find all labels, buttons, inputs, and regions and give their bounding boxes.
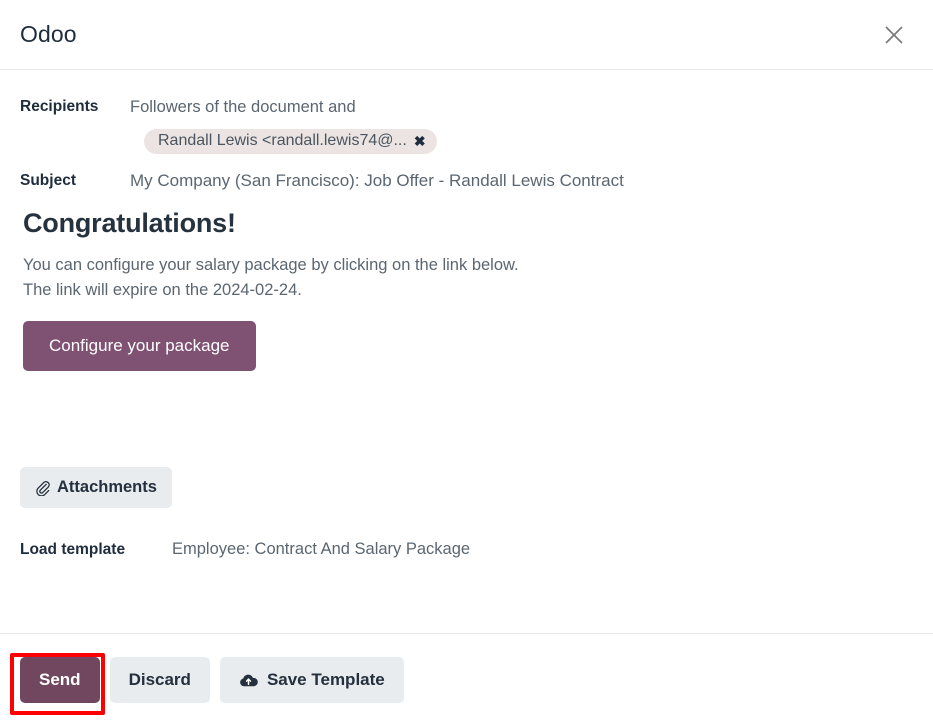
load-template-label: Load template [20, 540, 126, 558]
attachments-label: Attachments [57, 478, 157, 496]
recipient-chip-label: Randall Lewis <randall.lewis74@... [158, 132, 407, 149]
dialog-footer: Send Discard Save Template [0, 633, 933, 726]
load-template-select[interactable]: Employee: Contract And Salary Package [172, 540, 482, 559]
recipient-chip[interactable]: Randall Lewis <randall.lewis74@... ✖ [130, 127, 913, 154]
mail-heading: Congratulations! [23, 208, 236, 238]
mail-line-2: The link will expire on the 2024-02-24. [23, 281, 302, 299]
recipients-row: Recipients Followers of the document and [20, 96, 913, 121]
dialog-body: Recipients Followers of the document and… [0, 70, 933, 633]
save-template-button[interactable]: Save Template [219, 657, 404, 703]
dialog-header: Odoo [0, 0, 933, 70]
cloud-upload-icon [239, 673, 258, 688]
configure-package-button[interactable]: Configure your package [23, 321, 256, 371]
subject-label: Subject [20, 172, 76, 189]
mail-body-editor[interactable]: Congratulations! You can configure your … [20, 192, 913, 371]
close-icon[interactable] [877, 18, 911, 52]
mail-line-1: You can configure your salary package by… [23, 256, 519, 274]
save-template-label: Save Template [266, 670, 385, 689]
send-button[interactable]: Send [20, 657, 100, 703]
recipients-value: Followers of the document and [130, 96, 913, 121]
attachments-button[interactable]: Attachments [20, 467, 172, 508]
load-template-row: Load template Employee: Contract And Sal… [20, 540, 913, 559]
discard-button[interactable]: Discard [109, 657, 210, 703]
paperclip-icon [35, 480, 50, 496]
recipients-followers-text: Followers of the document and [130, 98, 356, 116]
page-title: Odoo [20, 21, 77, 47]
mail-composer-dialog: Odoo Recipients Followers of the documen… [0, 0, 933, 726]
mail-paragraph: You can configure your salary package by… [23, 253, 913, 303]
recipients-label: Recipients [20, 98, 99, 115]
attachments-zone: Attachments [20, 467, 913, 508]
remove-recipient-icon[interactable]: ✖ [414, 134, 426, 148]
subject-row: Subject My Company (San Francisco): Job … [20, 170, 913, 192]
subject-input[interactable]: My Company (San Francisco): Job Offer - … [130, 170, 913, 192]
